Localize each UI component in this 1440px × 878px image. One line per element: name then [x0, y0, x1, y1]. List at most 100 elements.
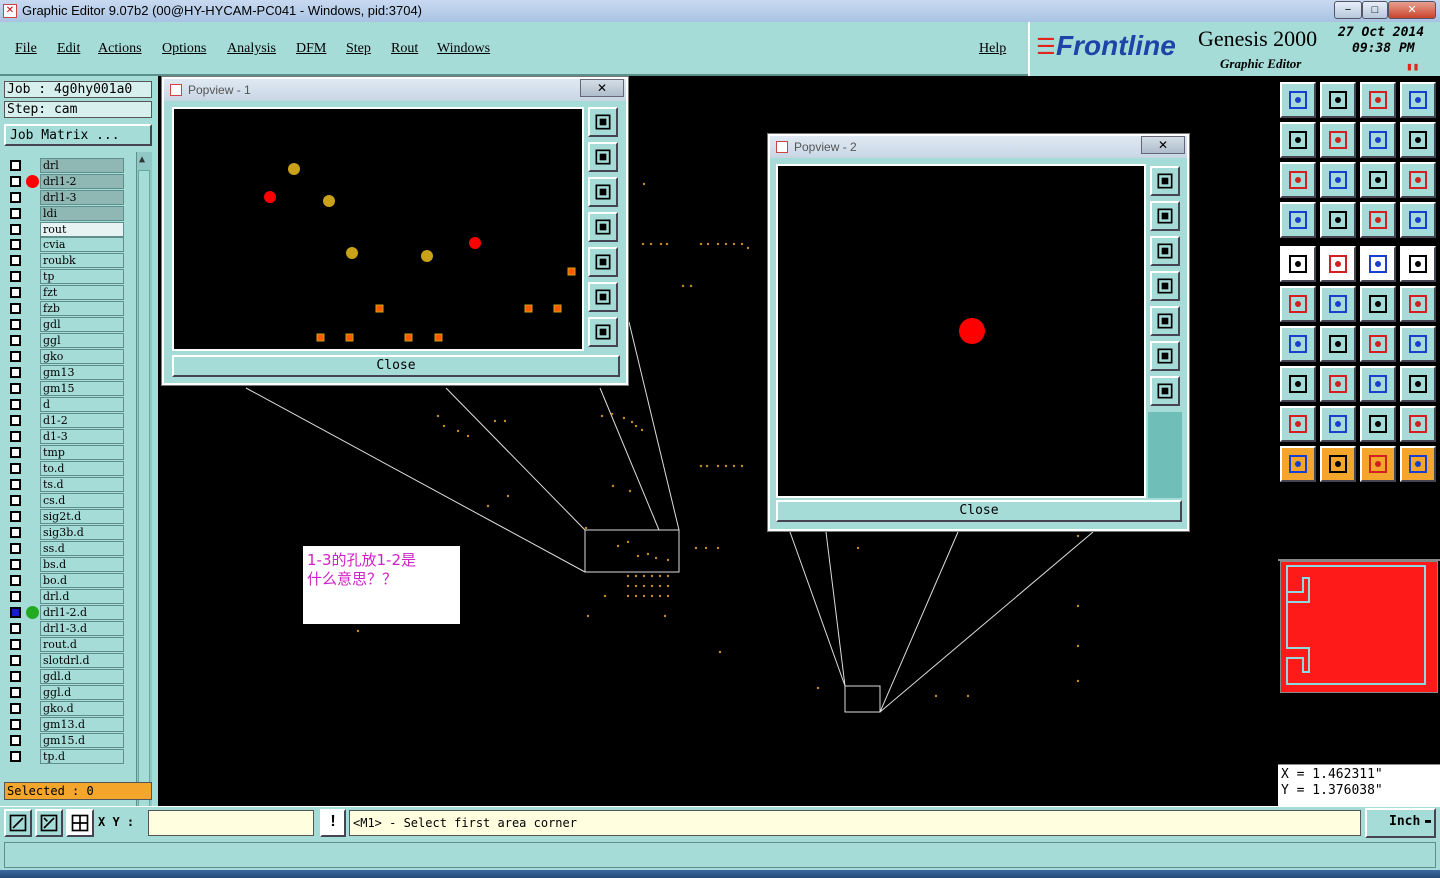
layer-row[interactable]: d: [6, 397, 124, 412]
zoom-area-icon[interactable]: [4, 809, 32, 837]
zoom-in-icon[interactable]: [588, 317, 618, 347]
measure-icon[interactable]: [35, 809, 63, 837]
layer-checkbox[interactable]: [10, 176, 21, 187]
layer-row[interactable]: bs.d: [6, 557, 124, 572]
layer-row[interactable]: rout.d: [6, 637, 124, 652]
layer-checkbox[interactable]: [10, 623, 21, 634]
menu-step[interactable]: Step: [346, 41, 371, 57]
window-icon[interactable]: [1400, 82, 1436, 118]
layer-row[interactable]: drl: [6, 158, 124, 173]
scale-1-2-icon[interactable]: [1360, 162, 1396, 198]
select-circle-icon[interactable]: [1360, 446, 1396, 482]
layer-row[interactable]: drl.d: [6, 589, 124, 604]
layer-row[interactable]: gm15: [6, 381, 124, 396]
connect-icon[interactable]: [1280, 286, 1316, 322]
layer-checkbox[interactable]: [10, 192, 21, 203]
layer-checkbox[interactable]: [10, 383, 21, 394]
layer-checkbox[interactable]: [10, 671, 21, 682]
layer-checkbox[interactable]: [10, 415, 21, 426]
fit-icon[interactable]: [1150, 166, 1180, 196]
xy-input[interactable]: [148, 810, 314, 836]
layer-checkbox[interactable]: [10, 543, 21, 554]
popview-1-close-x[interactable]: ✕: [580, 79, 624, 97]
layer-checkbox[interactable]: [10, 735, 21, 746]
layer-checkbox[interactable]: [10, 287, 21, 298]
help-icon[interactable]: [1400, 162, 1436, 198]
layer-checkbox[interactable]: [10, 559, 21, 570]
triangle-up-icon[interactable]: [1320, 406, 1356, 442]
zoom-in-icon[interactable]: [1150, 376, 1180, 406]
zoom-right-icon[interactable]: [1320, 122, 1356, 158]
line-red-icon[interactable]: [1360, 286, 1396, 322]
menu-file[interactable]: File: [15, 41, 37, 57]
circle-icon[interactable]: [1400, 246, 1436, 282]
pan-left-icon[interactable]: [588, 212, 618, 242]
color-icon[interactable]: [1320, 246, 1356, 282]
layer-row[interactable]: gm15.d: [6, 733, 124, 748]
pan-right-icon[interactable]: [1150, 306, 1180, 336]
zoom-center-icon[interactable]: [1320, 162, 1356, 198]
layer-checkbox[interactable]: [10, 479, 21, 490]
layer-row[interactable]: gdl: [6, 317, 124, 332]
layer-checkbox[interactable]: [10, 255, 21, 266]
scrollbar-thumb[interactable]: [138, 170, 150, 836]
layer-row[interactable]: tmp: [6, 445, 124, 460]
layer-checkbox[interactable]: [10, 511, 21, 522]
select-path-icon[interactable]: [1400, 446, 1436, 482]
layer-row[interactable]: drl1-2.d: [6, 605, 124, 620]
menu-actions[interactable]: Actions: [98, 41, 142, 57]
layer-checkbox[interactable]: [10, 575, 21, 586]
menu-dfm[interactable]: DFM: [296, 41, 326, 57]
swap-icon[interactable]: [1360, 122, 1396, 158]
popview-1-window[interactable]: Popview - 1 ✕ Close: [161, 76, 629, 386]
minimize-button[interactable]: −: [1334, 1, 1362, 19]
pan-right-icon[interactable]: [588, 247, 618, 277]
layer-checkbox[interactable]: [10, 447, 21, 458]
layer-row[interactable]: gdl.d: [6, 669, 124, 684]
layer-scrollbar[interactable]: ▲ ▼: [136, 152, 152, 852]
popview-2-view[interactable]: [776, 164, 1146, 498]
pointer-icon[interactable]: [1280, 446, 1316, 482]
pan-up-icon[interactable]: [1150, 201, 1180, 231]
layer-row[interactable]: ts.d: [6, 477, 124, 492]
layer-checkbox[interactable]: [10, 351, 21, 362]
zoom-left-icon[interactable]: [1280, 122, 1316, 158]
zoom-fit-icon[interactable]: [1280, 162, 1316, 198]
select-icon[interactable]: [1320, 446, 1356, 482]
cross-icon[interactable]: [1320, 286, 1356, 322]
layer-row[interactable]: rout: [6, 222, 124, 237]
fit-icon[interactable]: [588, 107, 618, 137]
layer-row[interactable]: gko: [6, 349, 124, 364]
zoom-out-icon[interactable]: [588, 282, 618, 312]
pan-down-icon[interactable]: [588, 177, 618, 207]
popview-2-titlebar[interactable]: Popview - 2: [770, 136, 1187, 158]
layer-checkbox[interactable]: [10, 703, 21, 714]
angle-icon[interactable]: [1280, 326, 1316, 362]
layer-row[interactable]: sig2t.d: [6, 509, 124, 524]
close-window-button[interactable]: ✕: [1388, 1, 1436, 19]
home-view-icon[interactable]: [1280, 82, 1316, 118]
layer-row[interactable]: fzt: [6, 285, 124, 300]
triangle-icon[interactable]: [1280, 406, 1316, 442]
layer-row[interactable]: slotdrl.d: [6, 653, 124, 668]
layer-checkbox[interactable]: [10, 160, 21, 171]
layer-checkbox[interactable]: [10, 431, 21, 442]
layer-row[interactable]: gm13: [6, 365, 124, 380]
popview-1-close-button[interactable]: Close: [172, 355, 620, 377]
layer-row[interactable]: drl1-3: [6, 190, 124, 205]
layer-row[interactable]: ss.d: [6, 541, 124, 556]
menu-edit[interactable]: Edit: [57, 41, 80, 57]
pan-down-icon[interactable]: [1150, 236, 1180, 266]
triangle-a-icon[interactable]: [1360, 406, 1396, 442]
menu-analysis[interactable]: Analysis: [227, 41, 276, 57]
layer-row[interactable]: to.d: [6, 461, 124, 476]
layer-checkbox[interactable]: [10, 319, 21, 330]
layer-checkbox[interactable]: [10, 271, 21, 282]
layer-row[interactable]: d1-3: [6, 429, 124, 444]
menu-rout[interactable]: Rout: [391, 41, 418, 57]
layer-checkbox[interactable]: [10, 495, 21, 506]
layer-checkbox[interactable]: [10, 399, 21, 410]
layer-checkbox[interactable]: [10, 463, 21, 474]
layer-row[interactable]: ggl: [6, 333, 124, 348]
layer-checkbox[interactable]: [10, 655, 21, 666]
